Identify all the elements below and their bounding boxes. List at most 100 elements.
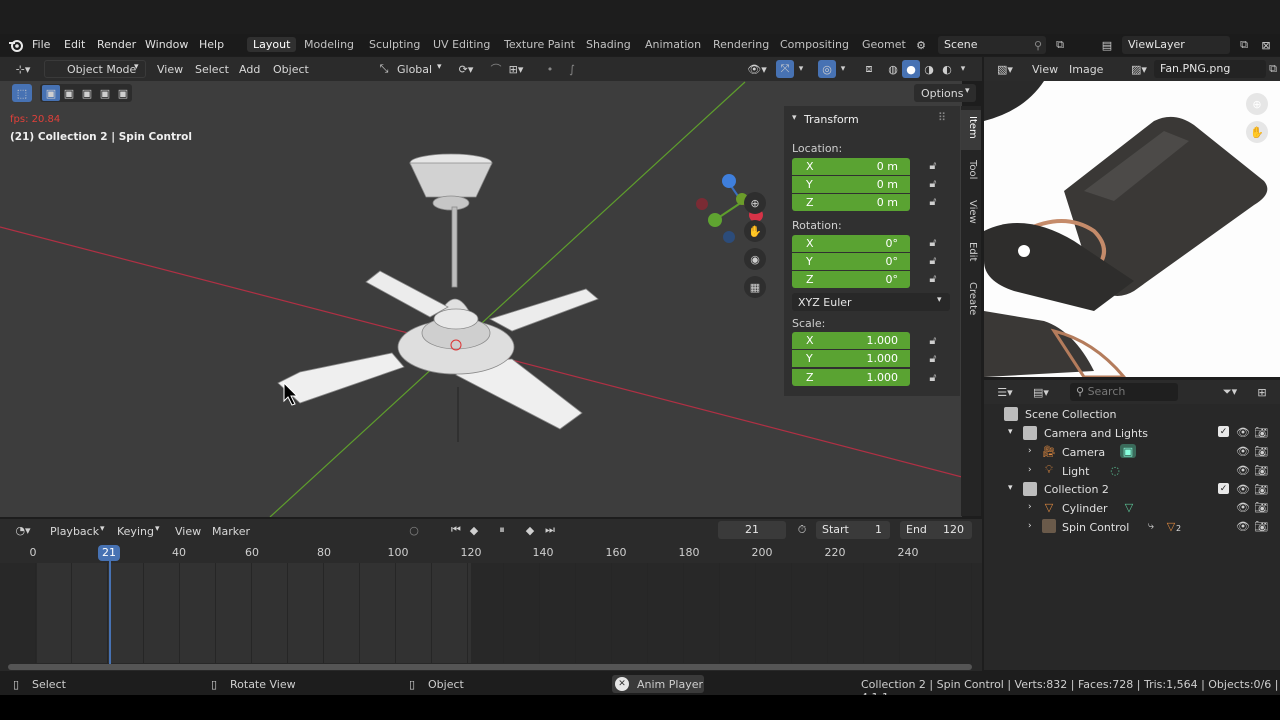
expand-light-icon[interactable]: › [1028,465,1032,475]
rendered-shading-icon[interactable]: ◐ [938,61,956,77]
end-frame-field[interactable]: End 120 [900,521,972,539]
playhead-line[interactable] [109,560,111,664]
display-mode-icon[interactable]: ▤▾ [1028,384,1054,400]
scene-icon[interactable]: ⚙ [912,37,930,53]
location-x-lock-icon[interactable]: 🔓︎ [926,159,940,172]
tab-sculpting[interactable]: Sculpting [369,38,420,51]
select-subtract-icon[interactable]: ▣ [78,85,96,101]
viewlayer-field[interactable]: ViewLayer [1122,36,1230,54]
select-invert-icon[interactable]: ▣ [96,85,114,101]
outliner-item-camera[interactable]: Camera [1062,446,1105,459]
exclude-checkbox-camera-lights[interactable]: ✓ [1218,426,1229,437]
scale-z-lock-icon[interactable]: 🔓︎ [926,371,940,384]
render-camera-icon[interactable]: 📷︎ [1254,425,1268,439]
image-pan-icon[interactable]: ✋ [1246,121,1268,143]
jump-start-icon[interactable]: ⏮ [448,522,464,538]
menu-help[interactable]: Help [199,38,224,51]
scale-z-field[interactable]: Z 1.000 [792,369,910,386]
anim-player-cancel-icon[interactable]: ✕ [615,677,629,691]
select-new-icon[interactable]: ▣ [42,85,60,101]
transform-panel-title[interactable]: Transform [804,113,859,126]
eye-icon[interactable]: 👁︎ [1236,500,1250,514]
gizmo-toggle-icon[interactable]: ⤧ [776,60,794,78]
tab-edit[interactable]: Edit [964,242,978,261]
pin-icon[interactable]: ⚲ [1030,37,1046,53]
auto-keying-icon[interactable]: ○ [406,522,422,538]
ie-menu-image[interactable]: Image [1069,63,1103,76]
select-tool-icon[interactable]: ⬚ [12,84,32,102]
visibility-icon[interactable]: 👁▾ [744,61,770,77]
new-viewlayer-icon[interactable]: ⧉ [1236,37,1252,53]
scale-x-field[interactable]: X 1.000 [792,332,910,349]
current-frame-field[interactable]: 21 [718,521,786,539]
timeline-menu-keying[interactable]: Keying [117,525,154,538]
transform-panel-chevron-icon[interactable]: ▾ [792,113,797,123]
tab-tool[interactable]: Tool [964,160,978,179]
pause-icon[interactable]: ⏸ [494,522,510,538]
outliner-item-spin-control[interactable]: Spin Control [1062,521,1129,534]
tab-geometry[interactable]: Geomet [862,38,906,51]
rotation-y-lock-icon[interactable]: 🔓︎ [926,254,940,267]
render-camera-icon[interactable]: 📷︎ [1254,463,1268,477]
eye-icon[interactable]: 👁︎ [1236,444,1250,458]
tab-compositing[interactable]: Compositing [780,38,849,51]
camera-view-icon[interactable]: ◉ [744,248,766,270]
tab-uv-editing[interactable]: UV Editing [433,38,490,51]
remove-viewlayer-icon[interactable]: ⊠ [1258,37,1274,53]
location-y-field[interactable]: Y 0 m [792,176,910,193]
start-frame-field[interactable]: Start 1 [816,521,890,539]
exclude-checkbox-collection2[interactable]: ✓ [1218,483,1229,494]
vp-menu-object[interactable]: Object [273,63,309,76]
rotation-y-field[interactable]: Y 0° [792,253,910,270]
timeline-scrollbar[interactable] [8,664,972,670]
rotation-z-field[interactable]: Z 0° [792,271,910,288]
timeline-menu-view[interactable]: View [175,525,201,538]
solid-shading-icon[interactable]: ● [902,60,920,78]
jump-keyframe-next-icon[interactable]: ◆ [522,522,538,538]
camera-data-icon[interactable]: ▣ [1120,444,1136,458]
tab-item[interactable]: Item [964,116,978,139]
filter-icon[interactable]: ⏷▾ [1218,384,1242,400]
light-data-icon[interactable]: ◌ [1108,463,1122,477]
zoom-icon[interactable]: ⊕ [744,192,766,214]
falloff-icon[interactable]: ∫ [562,61,582,77]
perspective-grid-icon[interactable]: ▦ [744,276,766,298]
render-camera-icon[interactable]: 📷︎ [1254,482,1268,496]
snap-target-icon[interactable]: ⊞▾ [506,61,526,77]
wireframe-shading-icon[interactable]: ◍ [884,61,902,77]
mesh-data-icon[interactable]: ▽ [1122,500,1136,514]
menu-window[interactable]: Window [145,38,188,51]
timeline-editor-icon[interactable]: ◔▾ [10,522,36,538]
image-editor-type-icon[interactable]: ▧▾ [992,61,1018,77]
ie-menu-view[interactable]: View [1032,63,1058,76]
vp-menu-view[interactable]: View [157,63,183,76]
outliner-search-input[interactable]: ⚲ Search [1070,383,1178,401]
scale-y-field[interactable]: Y 1.000 [792,350,910,367]
new-collection-icon[interactable]: ⊞ [1254,384,1270,400]
image-copy-icon[interactable]: ⧉ [1266,61,1280,77]
tab-view[interactable]: View [964,200,978,224]
blender-logo-icon[interactable] [8,37,24,53]
eye-icon[interactable]: 👁︎ [1236,519,1250,533]
constraint-icon[interactable]: ⤷ [1144,519,1158,533]
tab-create[interactable]: Create [964,282,978,315]
playhead-badge[interactable]: 21 [98,545,120,561]
overlays-menu-icon[interactable]: ▾ [838,61,848,77]
location-x-field[interactable]: X 0 m [792,158,910,175]
tab-rendering[interactable]: Rendering [713,38,769,51]
expand-camera-lights-icon[interactable]: ▾ [1008,427,1013,437]
vp-menu-add[interactable]: Add [239,63,260,76]
menu-file[interactable]: File [32,38,50,51]
tab-texture-paint[interactable]: Texture Paint [504,38,575,51]
scale-x-lock-icon[interactable]: 🔓︎ [926,334,940,347]
outliner-type-icon[interactable]: ☰▾ [992,384,1018,400]
render-camera-icon[interactable]: 📷︎ [1254,500,1268,514]
tab-modeling[interactable]: Modeling [304,38,354,51]
eye-icon[interactable]: 👁︎ [1236,463,1250,477]
pivot-icon[interactable]: ⟳▾ [455,61,477,77]
transform-orientation-dropdown[interactable]: Global [397,63,432,76]
outliner-item-cylinder[interactable]: Cylinder [1062,502,1108,515]
outliner-item-light[interactable]: Light [1062,465,1089,478]
material-shading-icon[interactable]: ◑ [920,61,938,77]
render-camera-icon[interactable]: 📷︎ [1254,519,1268,533]
